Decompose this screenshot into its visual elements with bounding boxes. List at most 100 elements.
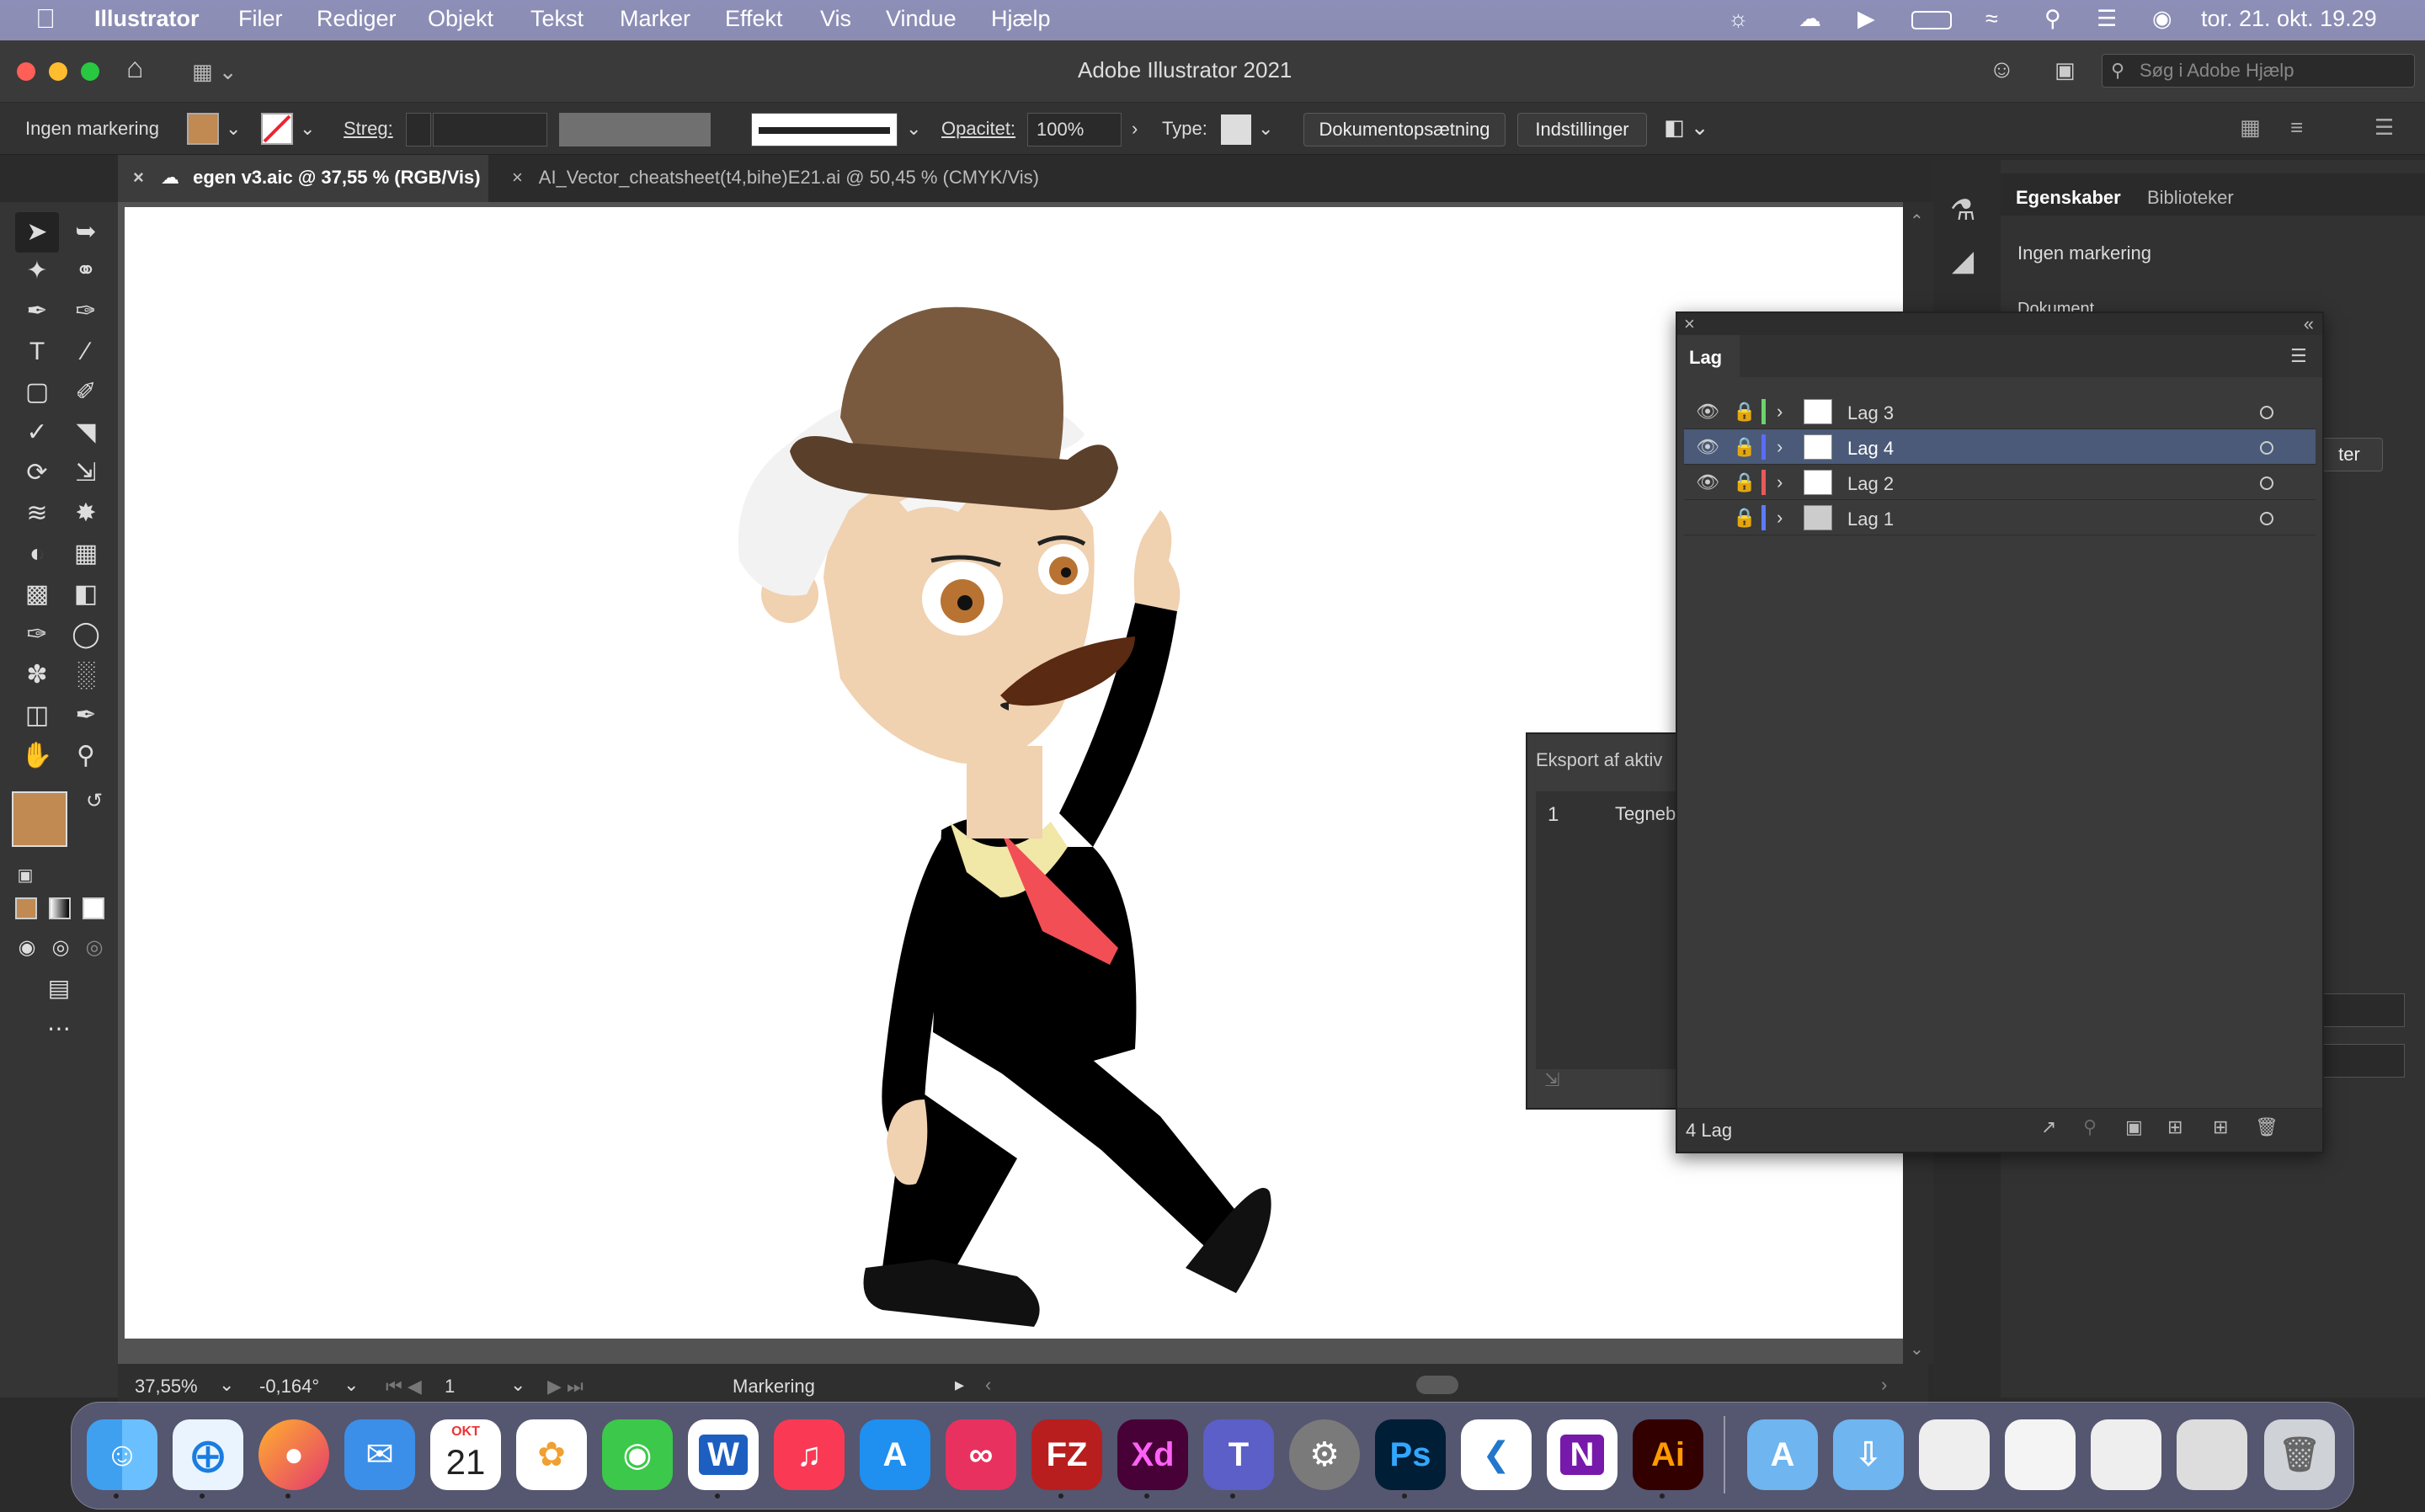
scroll-left-icon[interactable]: ‹ [985,1374,991,1396]
color-mode-button[interactable] [15,897,37,919]
filezilla-icon[interactable]: FZ [1031,1419,1102,1490]
eyedropper-tool-icon[interactable]: ✑ [19,616,56,653]
target-icon[interactable] [2260,512,2273,525]
collapse-panel-icon[interactable]: « [2304,313,2314,335]
clipping-mask-icon[interactable]: ▣ [2125,1116,2143,1138]
menu-marker[interactable]: Marker [620,6,690,32]
paintbrush-tool-icon[interactable]: ✐ [67,374,104,411]
trash-icon[interactable]: 🗑 [2264,1419,2335,1490]
photoshop-icon[interactable]: Ps [1375,1419,1446,1490]
property-field-2[interactable] [2321,1044,2405,1078]
new-layer-icon[interactable]: ⊞ [2213,1116,2228,1138]
line-tool-icon[interactable]: ∕ [67,333,104,370]
tab-properties[interactable]: Egenskaber [2016,187,2121,209]
mail-icon[interactable]: ✉ [344,1419,415,1490]
close-tab-icon[interactable]: × [512,167,523,188]
artboard-number[interactable]: 1 [445,1376,455,1398]
adobe-xd-icon[interactable]: Xd [1117,1419,1188,1490]
property-field-1[interactable] [2321,993,2405,1027]
spotlight-search-icon[interactable]: ⚲ [2044,6,2061,32]
rotate-tool-icon[interactable]: ⟳ [19,455,56,492]
app-menu[interactable]: Illustrator [94,6,200,32]
chevron-right-icon[interactable]: › [1132,118,1138,140]
chevron-right-icon[interactable]: ▸ [955,1374,964,1396]
notification-icon[interactable]: ☁ [1799,6,1821,32]
system-preferences-icon[interactable]: ⚙ [1289,1419,1360,1490]
opacity-field[interactable]: 100% [1027,113,1122,146]
locate-object-icon[interactable]: ⚲ [2083,1116,2097,1138]
battery-icon[interactable] [1911,11,1952,29]
word-icon[interactable]: W [688,1419,759,1490]
export-layer-icon[interactable]: ↗ [2041,1116,2056,1138]
creative-cloud-icon[interactable]: ∞ [946,1419,1016,1490]
target-icon[interactable] [2260,441,2273,455]
menu-filer[interactable]: Filer [238,6,283,32]
chevron-down-icon[interactable]: ⌄ [510,1374,525,1396]
eye-visibility-icon[interactable]: 👁 [1696,401,1719,423]
chevron-down-icon[interactable]: ⌄ [300,118,315,140]
lock-icon[interactable]: 🔒 [1733,436,1756,458]
lock-icon[interactable]: 🔒 [1733,507,1756,529]
clock[interactable]: tor. 21. okt. 19.29 [2201,6,2377,32]
swap-fill-stroke-icon[interactable]: ↺ [76,783,113,820]
document-thumbnail-1[interactable] [1919,1419,1990,1490]
shaper-tool-icon[interactable]: ✓ [19,414,56,451]
preferences-button[interactable]: Indstillinger [1517,113,1647,146]
none-mode-button[interactable] [83,897,104,919]
type-tool-icon[interactable]: T [19,333,56,370]
scale-tool-icon[interactable]: ⇲ [67,455,104,492]
lasso-tool-icon[interactable]: ⚭ [67,253,104,290]
close-window-button[interactable] [17,62,35,81]
recolor-swatch[interactable] [1221,114,1251,145]
onenote-icon[interactable]: N [1547,1419,1618,1490]
layer-row-lag-3[interactable]: 👁 🔒 › Lag 3 [1684,394,2316,429]
distribute-icon[interactable]: ≡ [2290,114,2303,141]
fill-swatch[interactable] [187,113,219,145]
brush-definition[interactable] [751,113,898,146]
layer-name[interactable]: Lag 2 [1847,473,1894,495]
scroll-right-icon[interactable]: › [1881,1374,1887,1396]
zoom-tool-icon[interactable]: ⚲ [67,737,104,775]
calendar-icon[interactable]: OKT 21 [430,1419,501,1490]
downloads-folder-icon[interactable]: ⇩ [1833,1419,1904,1490]
scroll-up-icon[interactable]: ⌃ [1910,210,1924,232]
layer-name[interactable]: Lag 4 [1847,438,1894,460]
warp-tool-icon[interactable]: ≋ [19,495,56,532]
messages-icon[interactable]: ◉ [602,1419,673,1490]
home-icon[interactable]: ⌂ [126,52,144,85]
gradient-mode-button[interactable] [49,897,71,919]
panel-menu-icon[interactable]: ☰ [2290,345,2307,367]
direct-selection-tool-icon[interactable]: ➥ [67,214,104,251]
applications-folder-icon[interactable]: A [1747,1419,1818,1490]
play-icon[interactable]: ▶ [1857,6,1875,32]
screen-mode-icon[interactable]: ▤ [40,970,77,1007]
chevron-down-icon[interactable]: ⌄ [906,118,921,140]
creative-cloud-status-icon[interactable]: ☼ [1728,6,1749,32]
first-artboard-icon[interactable]: ⏮ ◀ [386,1376,422,1398]
document-setup-button[interactable]: Dokumentopsætning [1303,113,1506,146]
pen-tool-icon[interactable]: ✒ [19,293,56,330]
layer-name[interactable]: Lag 1 [1847,508,1894,530]
layer-row-lag-2[interactable]: 👁 🔒 › Lag 2 [1684,465,2316,500]
perspective-grid-tool-icon[interactable]: ▦ [67,535,104,572]
document-thumbnail-4[interactable] [2177,1419,2247,1490]
share-user-icon[interactable]: ☺ [1989,56,2015,84]
align-icon[interactable]: ▦ [2240,114,2261,141]
trash-icon[interactable]: 🗑 [2255,1116,2278,1138]
magic-wand-tool-icon[interactable]: ✦ [19,253,56,290]
stroke-swatch[interactable] [261,113,293,145]
workspace-switcher-icon[interactable]: ▦ ⌄ [192,59,237,85]
chevron-down-icon[interactable]: ⌄ [219,1374,234,1396]
export-row-label[interactable]: Tegneb [1615,803,1676,825]
apple-icon[interactable]:  [35,3,56,35]
fill-color-swatch[interactable] [12,791,67,847]
document-thumbnail-3[interactable] [2091,1419,2161,1490]
minimize-window-button[interactable] [49,62,67,81]
menu-rediger[interactable]: Rediger [317,6,397,32]
control-center-icon[interactable]: ☰ [2097,6,2117,32]
partial-button[interactable]: ter [2316,438,2383,471]
expand-chevron-icon[interactable]: › [1777,471,1783,493]
document-thumbnail-2[interactable] [2005,1419,2076,1490]
music-icon[interactable]: ♫ [774,1419,845,1490]
expand-chevron-icon[interactable]: › [1777,436,1783,458]
